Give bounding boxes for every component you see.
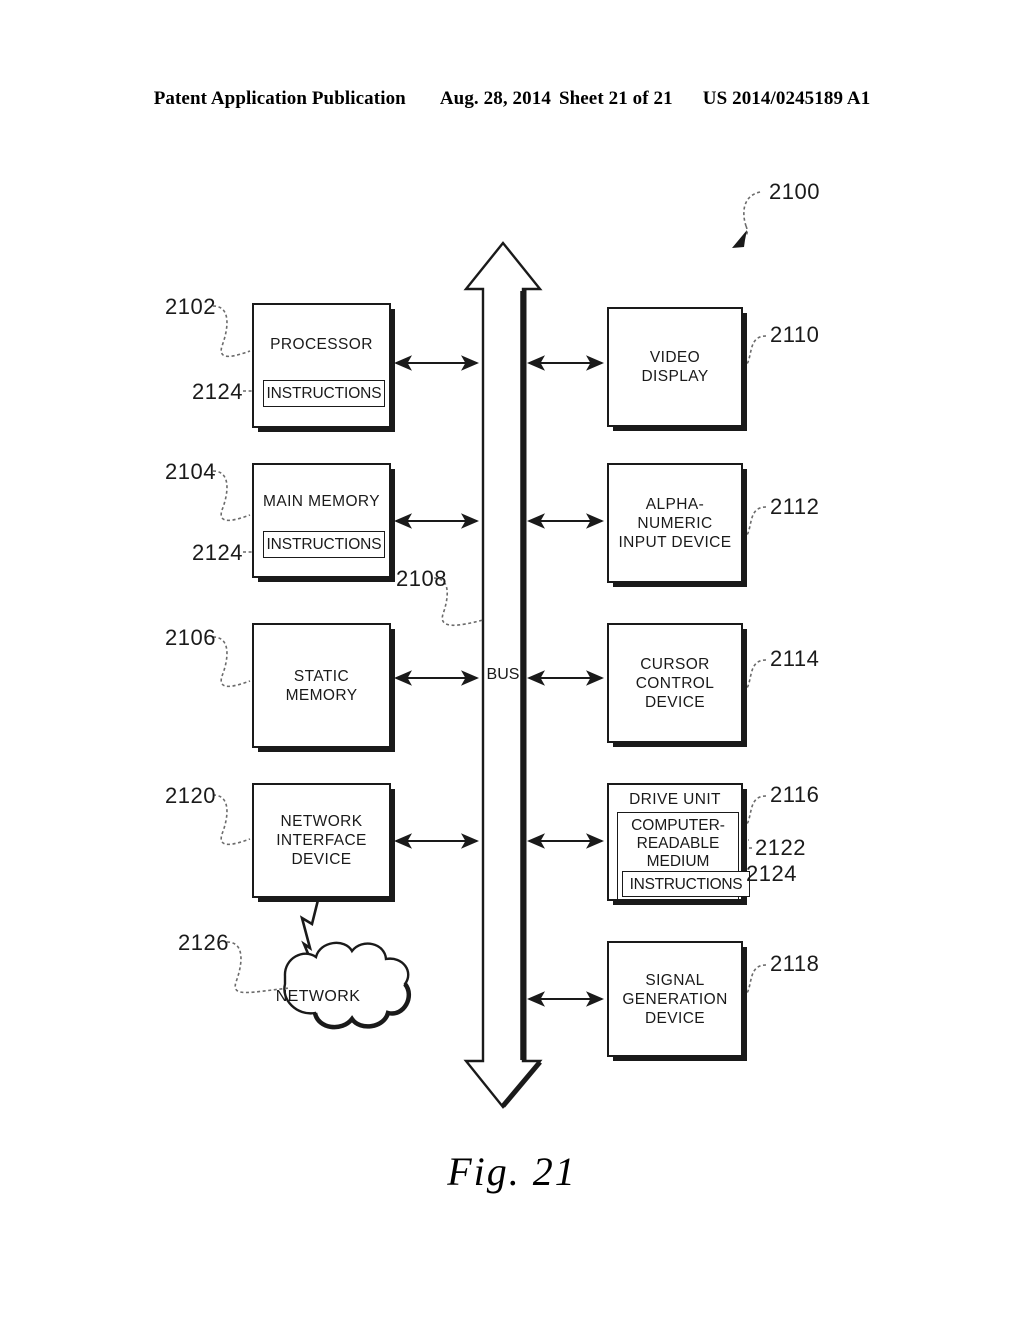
block-computer-readable-medium-label: COMPUTER- READABLE MEDIUM bbox=[631, 817, 725, 870]
block-video-display-label: VIDEO DISPLAY bbox=[641, 349, 709, 385]
ref-2116: 2116 bbox=[770, 782, 820, 807]
ref-2106: 2106 bbox=[165, 625, 216, 650]
ref-2110: 2110 bbox=[770, 322, 820, 347]
block-signal-generation-device-label: SIGNAL GENERATION DEVICE bbox=[622, 971, 728, 1027]
network-cloud-shape bbox=[283, 899, 412, 1030]
block-drive-unit[interactable]: DRIVE UNIT COMPUTER- READABLE MEDIUM INS… bbox=[607, 783, 750, 901]
block-main-memory-instructions[interactable]: INSTRUCTIONS bbox=[263, 531, 385, 558]
block-processor-instructions-label: INSTRUCTIONS bbox=[266, 385, 382, 402]
network-cloud-label: NETWORK bbox=[275, 988, 361, 1005]
block-video-display[interactable]: VIDEO DISPLAY bbox=[607, 307, 743, 427]
block-static-memory-label: STATIC MEMORY bbox=[285, 667, 358, 704]
ref-2112: 2112 bbox=[770, 494, 820, 519]
block-processor[interactable]: PROCESSOR INSTRUCTIONS bbox=[252, 303, 391, 428]
block-processor-instructions[interactable]: INSTRUCTIONS bbox=[263, 380, 385, 407]
block-main-memory-instructions-label: INSTRUCTIONS bbox=[266, 536, 382, 553]
block-alpha-numeric-input-device[interactable]: ALPHA-NUMERIC INPUT DEVICE bbox=[607, 463, 743, 583]
block-processor-label: PROCESSOR bbox=[270, 336, 373, 353]
block-alpha-numeric-input-device-label: ALPHA-NUMERIC INPUT DEVICE bbox=[618, 495, 732, 551]
ref-2124-drive: 2124 bbox=[746, 861, 797, 886]
block-static-memory[interactable]: STATIC MEMORY bbox=[252, 623, 391, 748]
system-ref-arrowhead bbox=[732, 230, 747, 248]
block-network-interface-device[interactable]: NETWORK INTERFACE DEVICE bbox=[252, 783, 391, 898]
block-network-interface-device-label: NETWORK INTERFACE DEVICE bbox=[276, 813, 367, 868]
ref-2100: 2100 bbox=[769, 179, 820, 204]
block-cursor-control-device-label: CURSOR CONTROL DEVICE bbox=[635, 655, 715, 711]
ref-2120: 2120 bbox=[165, 783, 216, 808]
ref-2104: 2104 bbox=[165, 459, 216, 484]
ref-2108: 2108 bbox=[396, 566, 447, 591]
block-drive-instructions[interactable]: INSTRUCTIONS bbox=[622, 871, 750, 897]
block-cursor-control-device[interactable]: CURSOR CONTROL DEVICE bbox=[607, 623, 743, 743]
bus-label: BUS bbox=[486, 666, 520, 683]
ref-2126: 2126 bbox=[178, 930, 229, 955]
block-main-memory-label: MAIN MEMORY bbox=[263, 493, 380, 510]
figure-drawing: PROCESSOR INSTRUCTIONS MAIN MEMORY INSTR… bbox=[0, 0, 1024, 1320]
block-computer-readable-medium[interactable]: COMPUTER- READABLE MEDIUM INSTRUCTIONS bbox=[617, 812, 750, 900]
ref-2124-processor: 2124 bbox=[192, 379, 243, 404]
ref-2124-main-memory: 2124 bbox=[192, 540, 243, 565]
figure-caption: Fig. 21 bbox=[447, 1149, 577, 1194]
block-drive-instructions-label: INSTRUCTIONS bbox=[629, 875, 743, 893]
block-signal-generation-device[interactable]: SIGNAL GENERATION DEVICE bbox=[607, 941, 743, 1057]
block-drive-unit-label: DRIVE UNIT bbox=[629, 791, 721, 808]
block-main-memory[interactable]: MAIN MEMORY INSTRUCTIONS bbox=[252, 463, 391, 578]
ref-2122: 2122 bbox=[755, 835, 806, 860]
figure-vector-layer bbox=[212, 191, 767, 1109]
ref-2118: 2118 bbox=[770, 951, 820, 976]
ref-2114: 2114 bbox=[770, 646, 820, 671]
ref-2102: 2102 bbox=[165, 294, 216, 319]
